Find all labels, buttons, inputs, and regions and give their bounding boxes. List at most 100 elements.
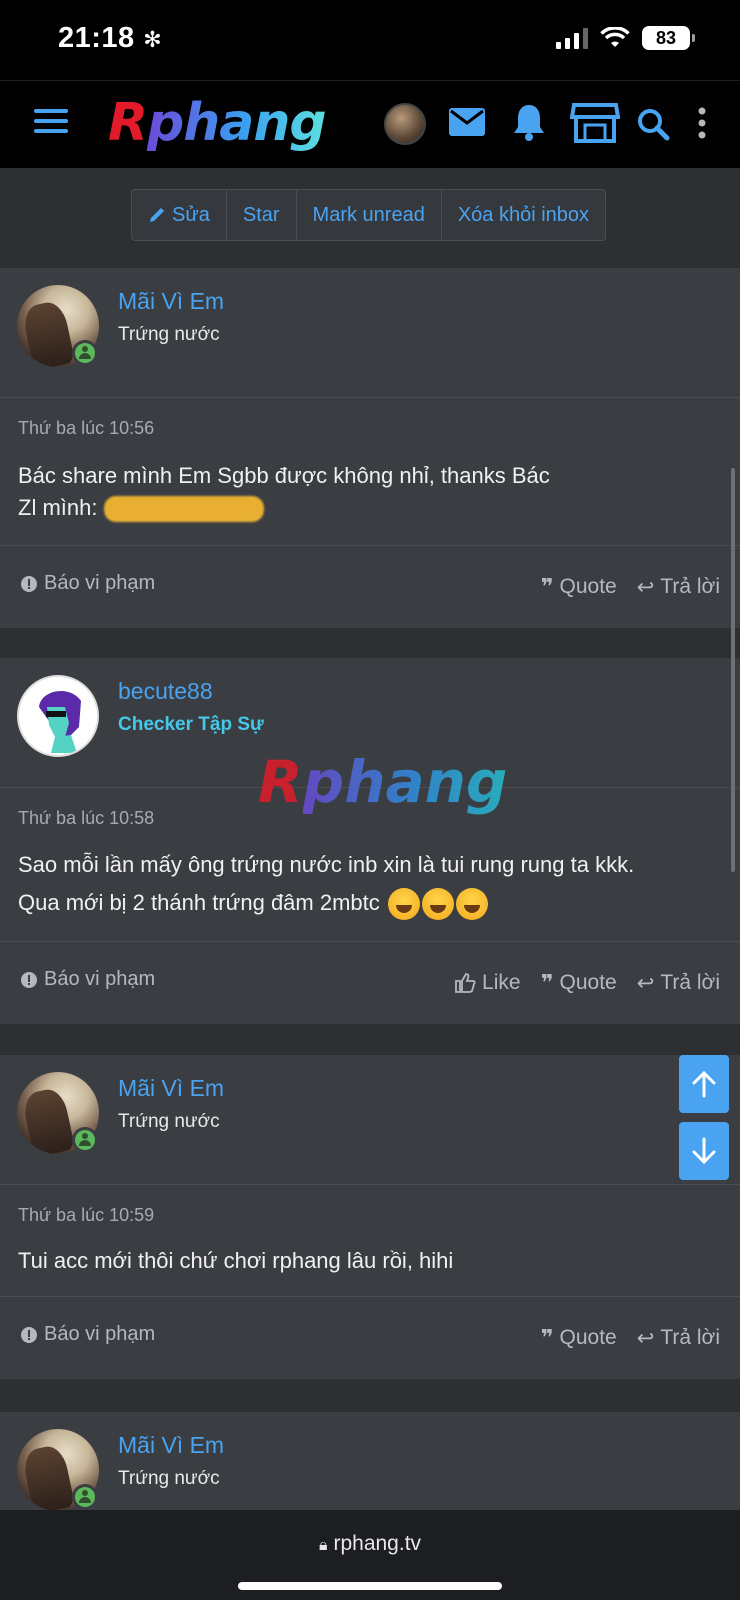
- reply-label: Trả lời: [660, 1326, 720, 1349]
- status-bar: 21:18 ✻ 83: [0, 0, 740, 80]
- menu-icon[interactable]: [34, 109, 68, 135]
- post-actions: Like ❞ Quote ↩ Trả lời: [454, 970, 720, 996]
- post-content: Bác share mình Em Sgbb được không nhỉ, t…: [18, 460, 710, 524]
- bell-icon[interactable]: [512, 103, 546, 141]
- star-button[interactable]: Star: [227, 190, 297, 240]
- message-post: Mãi Vì Em Trứng nước: [0, 1412, 740, 1510]
- username-link[interactable]: Mãi Vì Em: [118, 1432, 224, 1459]
- report-label: Báo vi phạm: [44, 572, 156, 594]
- address-bar[interactable]: 🔒︎ rphang.tv: [0, 1532, 740, 1556]
- laughing-emoji-icon: [387, 888, 420, 921]
- status-time: 21:18 ✻: [58, 22, 163, 54]
- report-button[interactable]: Báo vi phạm: [20, 1323, 155, 1346]
- url-text: rphang.tv: [333, 1532, 422, 1555]
- mail-icon[interactable]: [448, 107, 486, 137]
- reply-label: Trả lời: [660, 971, 720, 994]
- post-actions: ❞ Quote ↩ Trả lời: [541, 1325, 720, 1351]
- redaction-mark: [103, 496, 264, 523]
- post-date[interactable]: Thứ ba lúc 10:56: [18, 418, 154, 439]
- edit-button-label: Sửa: [172, 203, 210, 226]
- quote-icon: ❞: [540, 1325, 554, 1350]
- online-status-icon: [72, 1484, 98, 1510]
- report-button[interactable]: Báo vi phạm: [20, 572, 155, 595]
- more-options-icon[interactable]: [697, 107, 707, 139]
- lock-icon: 🔒︎: [318, 1537, 328, 1554]
- quote-icon: ❞: [540, 574, 554, 599]
- quote-icon: ❞: [540, 970, 554, 995]
- message-post: becute88 Checker Tập Sự Thứ ba lúc 10:58…: [0, 658, 740, 1024]
- pencil-icon: [150, 208, 164, 222]
- post-date[interactable]: Thứ ba lúc 10:58: [18, 808, 154, 829]
- laughing-emoji-icon: [455, 888, 488, 921]
- arrow-up-icon: [692, 1070, 716, 1098]
- post-user-info: Mãi Vì Em Trứng nước: [0, 1412, 740, 1510]
- reply-label: Trả lời: [660, 575, 720, 598]
- post-text-line: Tui acc mới thôi chứ chơi rphang lâu rồi…: [18, 1248, 454, 1273]
- mark-unread-button[interactable]: Mark unread: [297, 190, 442, 240]
- search-icon[interactable]: [636, 107, 670, 141]
- post-footer: Báo vi phạm ❞ Quote ↩ Trả lời: [0, 546, 740, 628]
- post-user-info: Mãi Vì Em Trứng nước: [0, 1055, 740, 1185]
- user-title: Trứng nước: [118, 1468, 220, 1489]
- post-text-line: Qua mới bị 2 thánh trứng đâm 2mbtc: [18, 884, 710, 922]
- post-content: Sao mỗi lần mấy ông trứng nước inb xin l…: [18, 846, 710, 922]
- scroll-down-button[interactable]: [679, 1122, 729, 1180]
- user-title: Trứng nước: [118, 324, 220, 345]
- post-body: Thứ ba lúc 10:58 Sao mỗi lần mấy ông trứ…: [0, 788, 740, 942]
- scrollbar[interactable]: [731, 468, 735, 872]
- post-actions: ❞ Quote ↩ Trả lời: [541, 574, 720, 600]
- username-link[interactable]: becute88: [118, 678, 213, 705]
- online-status-icon: [72, 1127, 98, 1153]
- arrow-down-icon: [692, 1137, 716, 1165]
- quote-button[interactable]: ❞ Quote: [541, 574, 617, 600]
- status-icons: 83: [556, 26, 695, 50]
- reply-button[interactable]: ↩ Trả lời: [637, 1325, 720, 1351]
- home-indicator[interactable]: [238, 1582, 502, 1590]
- user-title: Trứng nước: [118, 1111, 220, 1132]
- remove-from-inbox-button[interactable]: Xóa khỏi inbox: [442, 190, 605, 240]
- reply-button[interactable]: ↩ Trả lời: [637, 574, 720, 600]
- online-status-icon: [72, 340, 98, 366]
- user-avatar[interactable]: [17, 675, 99, 757]
- post-text-line: Zl mình:: [18, 492, 710, 524]
- post-footer: Báo vi phạm ❞ Quote ↩ Trả lời: [0, 1297, 740, 1379]
- user-title: Checker Tập Sự: [118, 714, 264, 735]
- reply-button[interactable]: ↩ Trả lời: [637, 970, 720, 996]
- report-button[interactable]: Báo vi phạm: [20, 968, 155, 991]
- reply-icon: ↩: [636, 575, 655, 599]
- like-button[interactable]: Like: [454, 970, 521, 996]
- alert-icon: [21, 575, 37, 592]
- like-label: Like: [482, 971, 521, 994]
- post-body: Thứ ba lúc 10:56 Bác share mình Em Sgbb …: [0, 398, 740, 546]
- quote-label: Quote: [559, 971, 617, 994]
- edit-button[interactable]: Sửa: [132, 190, 227, 240]
- profile-illustration-icon: [20, 678, 97, 755]
- username-link[interactable]: Mãi Vì Em: [118, 1075, 224, 1102]
- post-date[interactable]: Thứ ba lúc 10:59: [18, 1205, 154, 1226]
- cellular-signal-icon: [556, 27, 588, 49]
- reply-icon: ↩: [636, 971, 655, 995]
- site-logo[interactable]: Rphang: [108, 93, 327, 153]
- quote-label: Quote: [559, 1326, 617, 1349]
- reply-icon: ↩: [636, 1326, 655, 1350]
- alert-icon: [21, 971, 37, 988]
- message-post: Mãi Vì Em Trứng nước Thứ ba lúc 10:56 Bá…: [0, 268, 740, 628]
- wifi-icon: [600, 27, 630, 47]
- username-link[interactable]: Mãi Vì Em: [118, 288, 224, 315]
- post-text-line: Bác share mình Em Sgbb được không nhỉ, t…: [18, 463, 550, 488]
- scroll-up-button[interactable]: [679, 1055, 729, 1113]
- alert-icon: [21, 1326, 37, 1343]
- store-icon[interactable]: [570, 101, 620, 145]
- laughing-emoji-icon: [421, 888, 454, 921]
- quote-button[interactable]: ❞ Quote: [541, 970, 617, 996]
- post-text-line: Sao mỗi lần mấy ông trứng nước inb xin l…: [18, 852, 635, 877]
- post-content: Tui acc mới thôi chứ chơi rphang lâu rồi…: [18, 1245, 710, 1277]
- thumbs-up-icon: [455, 973, 476, 993]
- site-header: Rphang: [0, 80, 740, 168]
- message-post: Mãi Vì Em Trứng nước Thứ ba lúc 10:59 Tu…: [0, 1055, 740, 1379]
- conversation-action-bar: Sửa Star Mark unread Xóa khỏi inbox: [131, 189, 607, 241]
- user-avatar[interactable]: [384, 103, 426, 145]
- report-label: Báo vi phạm: [44, 968, 156, 990]
- post-user-info: becute88 Checker Tập Sự: [0, 658, 740, 788]
- quote-button[interactable]: ❞ Quote: [541, 1325, 617, 1351]
